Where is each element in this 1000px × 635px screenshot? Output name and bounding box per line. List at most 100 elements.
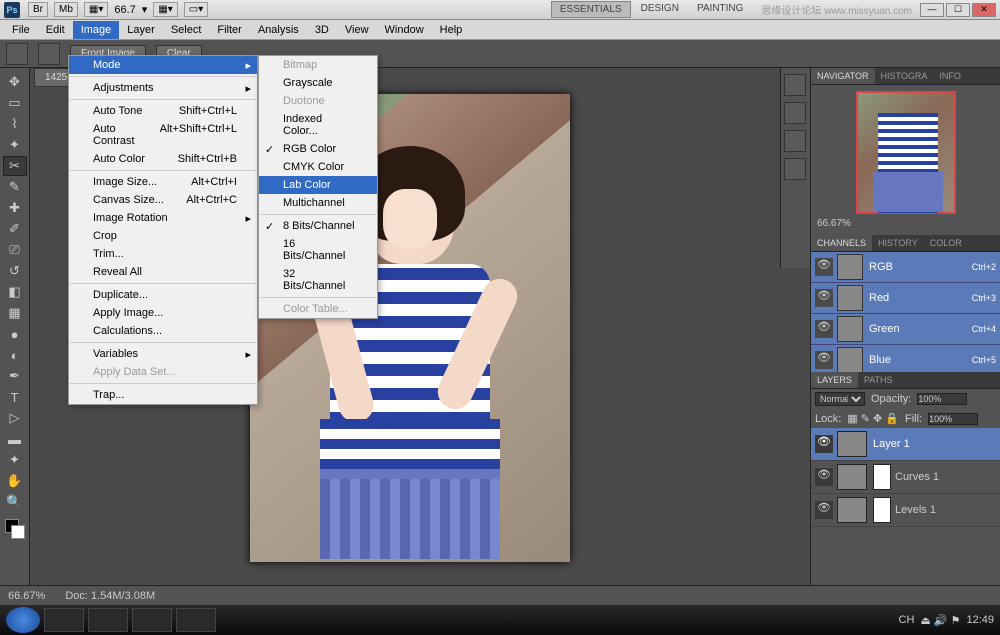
task-app-4[interactable] — [176, 608, 216, 632]
maximize-btn[interactable]: ☐ — [946, 3, 970, 17]
menu-file[interactable]: File — [4, 21, 38, 39]
menu-item-mode[interactable]: Mode▸ — [69, 56, 257, 74]
tab-histogram[interactable]: HISTOGRA — [875, 68, 934, 84]
move-tool[interactable]: ✥ — [3, 72, 27, 92]
menu-item-reveal-all[interactable]: Reveal All — [69, 263, 257, 281]
task-app-1[interactable] — [44, 608, 84, 632]
channel-rgb[interactable]: 👁RGBCtrl+2 — [811, 252, 1000, 283]
eyedropper-tool[interactable]: ✎ — [3, 177, 27, 197]
tab-history[interactable]: HISTORY — [872, 235, 924, 251]
fill-input[interactable] — [928, 413, 978, 425]
menu-item-trim-[interactable]: Trim... — [69, 245, 257, 263]
opt-preset[interactable] — [38, 43, 60, 65]
menu-item-variables[interactable]: Variables▸ — [69, 345, 257, 363]
tab-color[interactable]: COLOR — [924, 235, 968, 251]
channel-red[interactable]: 👁RedCtrl+3 — [811, 283, 1000, 314]
menu-item-32-bits-channel[interactable]: 32 Bits/Channel — [259, 265, 377, 295]
screen-btn[interactable]: ▭▾ — [184, 2, 208, 17]
eye-icon[interactable]: 👁 — [815, 258, 833, 276]
layer-levels-1[interactable]: 👁Levels 1 — [811, 494, 1000, 527]
lock-icons[interactable]: ▦ ✎ ✥ 🔒 — [847, 412, 899, 425]
menu-item-cmyk-color[interactable]: CMYK Color — [259, 158, 377, 176]
eye-icon[interactable]: 👁 — [815, 468, 833, 486]
menu-item-auto-contrast[interactable]: Auto ContrastAlt+Shift+Ctrl+L — [69, 120, 257, 150]
navigator-thumb[interactable] — [856, 91, 956, 214]
eye-icon[interactable]: 👁 — [815, 320, 833, 338]
navigator-zoom[interactable]: 66.67% — [817, 218, 851, 229]
menu-item-auto-tone[interactable]: Auto ToneShift+Ctrl+L — [69, 102, 257, 120]
status-doc[interactable]: Doc: 1.54M/3.08M — [65, 590, 155, 602]
close-btn[interactable]: ✕ — [972, 3, 996, 17]
menu-window[interactable]: Window — [377, 21, 432, 39]
workspace-painting[interactable]: PAINTING — [689, 1, 751, 18]
eye-icon[interactable]: 👁 — [815, 435, 833, 453]
menu-filter[interactable]: Filter — [209, 21, 249, 39]
eye-icon[interactable]: 👁 — [815, 501, 833, 519]
tray-lang[interactable]: CH — [899, 614, 915, 626]
start-button[interactable] — [6, 607, 40, 633]
opacity-input[interactable] — [917, 393, 967, 405]
history-brush-tool[interactable]: ↺ — [3, 261, 27, 281]
menu-item-16-bits-channel[interactable]: 16 Bits/Channel — [259, 235, 377, 265]
blend-mode[interactable]: Normal — [815, 392, 865, 406]
tab-channels[interactable]: CHANNELS — [811, 235, 872, 251]
menu-item-image-size-[interactable]: Image Size...Alt+Ctrl+I — [69, 173, 257, 191]
menu-item-indexed-color-[interactable]: Indexed Color... — [259, 110, 377, 140]
zoom-tool[interactable]: 🔍 — [3, 492, 27, 512]
3d-tool[interactable]: ✦ — [3, 450, 27, 470]
tb-tool[interactable]: ▦▾ — [84, 2, 108, 17]
menu-view[interactable]: View — [337, 21, 377, 39]
tab-info[interactable]: INFO — [933, 68, 967, 84]
menu-item-8-bits-channel[interactable]: 8 Bits/Channel✓ — [259, 217, 377, 235]
layer-layer-1[interactable]: 👁Layer 1 — [811, 428, 1000, 461]
menu-item-canvas-size-[interactable]: Canvas Size...Alt+Ctrl+C — [69, 191, 257, 209]
menu-item-multichannel[interactable]: Multichannel — [259, 194, 377, 212]
menu-item-crop[interactable]: Crop — [69, 227, 257, 245]
menu-image[interactable]: Image — [73, 21, 120, 39]
menu-item-calculations-[interactable]: Calculations... — [69, 322, 257, 340]
tab-layers[interactable]: LAYERS — [811, 372, 858, 388]
mini-icon-2[interactable] — [784, 102, 806, 124]
menu-item-adjustments[interactable]: Adjustments▸ — [69, 79, 257, 97]
menu-item-grayscale[interactable]: Grayscale — [259, 74, 377, 92]
menu-item-lab-color[interactable]: Lab Color — [259, 176, 377, 194]
gradient-tool[interactable]: ▦ — [3, 303, 27, 323]
menu-item-image-rotation[interactable]: Image Rotation▸ — [69, 209, 257, 227]
mb-btn[interactable]: Mb — [54, 2, 78, 17]
dodge-tool[interactable]: ◐ — [3, 345, 27, 365]
mini-icon-1[interactable] — [784, 74, 806, 96]
task-app-3[interactable] — [132, 608, 172, 632]
menu-3d[interactable]: 3D — [307, 21, 337, 39]
minimize-btn[interactable]: — — [920, 3, 944, 17]
view-btn[interactable]: ▦▾ — [153, 2, 177, 17]
tab-paths[interactable]: PATHS — [858, 372, 899, 388]
eye-icon[interactable]: 👁 — [815, 289, 833, 307]
hand-tool[interactable]: ✋ — [3, 471, 27, 491]
menu-select[interactable]: Select — [163, 21, 210, 39]
workspace-essentials[interactable]: ESSENTIALS — [551, 1, 631, 18]
menu-item-auto-color[interactable]: Auto ColorShift+Ctrl+B — [69, 150, 257, 168]
menu-item-duplicate-[interactable]: Duplicate... — [69, 286, 257, 304]
menu-item-apply-image-[interactable]: Apply Image... — [69, 304, 257, 322]
task-app-2[interactable] — [88, 608, 128, 632]
status-zoom[interactable]: 66.67% — [8, 590, 45, 602]
color-swatch[interactable] — [5, 519, 25, 539]
wand-tool[interactable]: ✦ — [3, 135, 27, 155]
marquee-tool[interactable]: ▭ — [3, 93, 27, 113]
crop-tool[interactable]: ✂ — [3, 156, 27, 176]
layer-curves-1[interactable]: 👁Curves 1 — [811, 461, 1000, 494]
menu-item-rgb-color[interactable]: RGB Color✓ — [259, 140, 377, 158]
lasso-tool[interactable]: ⌇ — [3, 114, 27, 134]
stamp-tool[interactable]: ⎚ — [3, 240, 27, 260]
eraser-tool[interactable]: ◧ — [3, 282, 27, 302]
shape-tool[interactable]: ▬ — [3, 429, 27, 449]
eye-icon[interactable]: 👁 — [815, 351, 833, 369]
menu-edit[interactable]: Edit — [38, 21, 73, 39]
menu-layer[interactable]: Layer — [119, 21, 163, 39]
blur-tool[interactable]: ● — [3, 324, 27, 344]
tab-navigator[interactable]: NAVIGATOR — [811, 68, 875, 84]
crop-tool-icon[interactable] — [6, 43, 28, 65]
mini-icon-4[interactable] — [784, 158, 806, 180]
brush-tool[interactable]: ✐ — [3, 219, 27, 239]
zoom-value[interactable]: 66.7 — [114, 4, 135, 16]
